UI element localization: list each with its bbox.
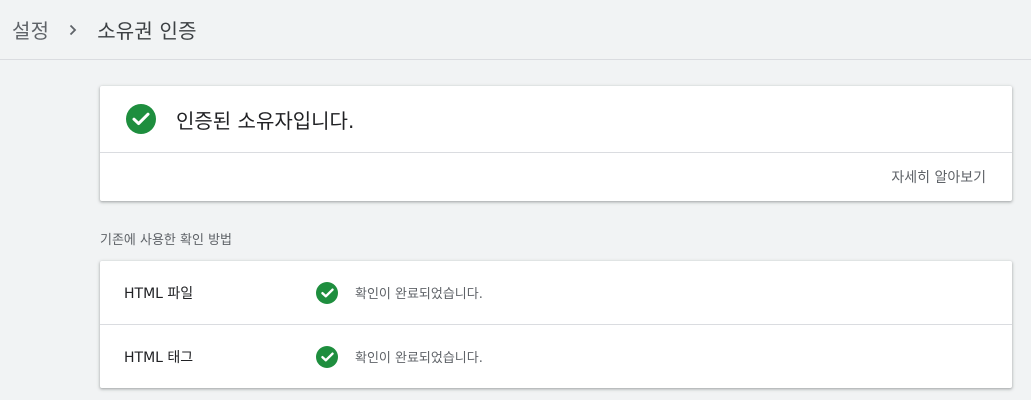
method-name: HTML 파일 bbox=[124, 285, 194, 302]
methods-section-title: 기존에 사용한 확인 방법 bbox=[100, 233, 232, 248]
check-circle-icon bbox=[316, 281, 338, 304]
method-name: HTML 태그 bbox=[124, 349, 194, 366]
method-row-html-tag: HTML 태그 확인이 완료되었습니다. bbox=[100, 324, 1012, 388]
method-status-text: 확인이 완료되었습니다. bbox=[355, 287, 483, 302]
method-status: 확인이 완료되었습니다. bbox=[316, 281, 483, 304]
check-circle-icon bbox=[126, 104, 156, 134]
method-row-html-file: HTML 파일 확인이 완료되었습니다. bbox=[100, 261, 1012, 324]
page-title: 소유권 인증 bbox=[97, 19, 197, 43]
method-status-text: 확인이 완료되었습니다. bbox=[355, 351, 483, 366]
check-circle-icon bbox=[316, 345, 338, 368]
breadcrumb-settings[interactable]: 설정 bbox=[12, 15, 49, 44]
ownership-status-card: 인증된 소유자입니다. 자세히 알아보기 bbox=[100, 86, 1012, 201]
card-actions: 자세히 알아보기 bbox=[100, 153, 1012, 201]
verification-methods-card: HTML 파일 확인이 완료되었습니다. HTML 태그 확인이 완료되었습니다… bbox=[100, 261, 1012, 388]
status-message: 인증된 소유자입니다. bbox=[176, 108, 355, 133]
chevron-right-icon bbox=[49, 18, 97, 42]
status-row: 인증된 소유자입니다. bbox=[100, 86, 1012, 153]
method-status: 확인이 완료되었습니다. bbox=[316, 345, 483, 368]
page-header: 설정 소유권 인증 bbox=[0, 0, 1031, 60]
learn-more-link[interactable]: 자세히 알아보기 bbox=[891, 167, 986, 187]
